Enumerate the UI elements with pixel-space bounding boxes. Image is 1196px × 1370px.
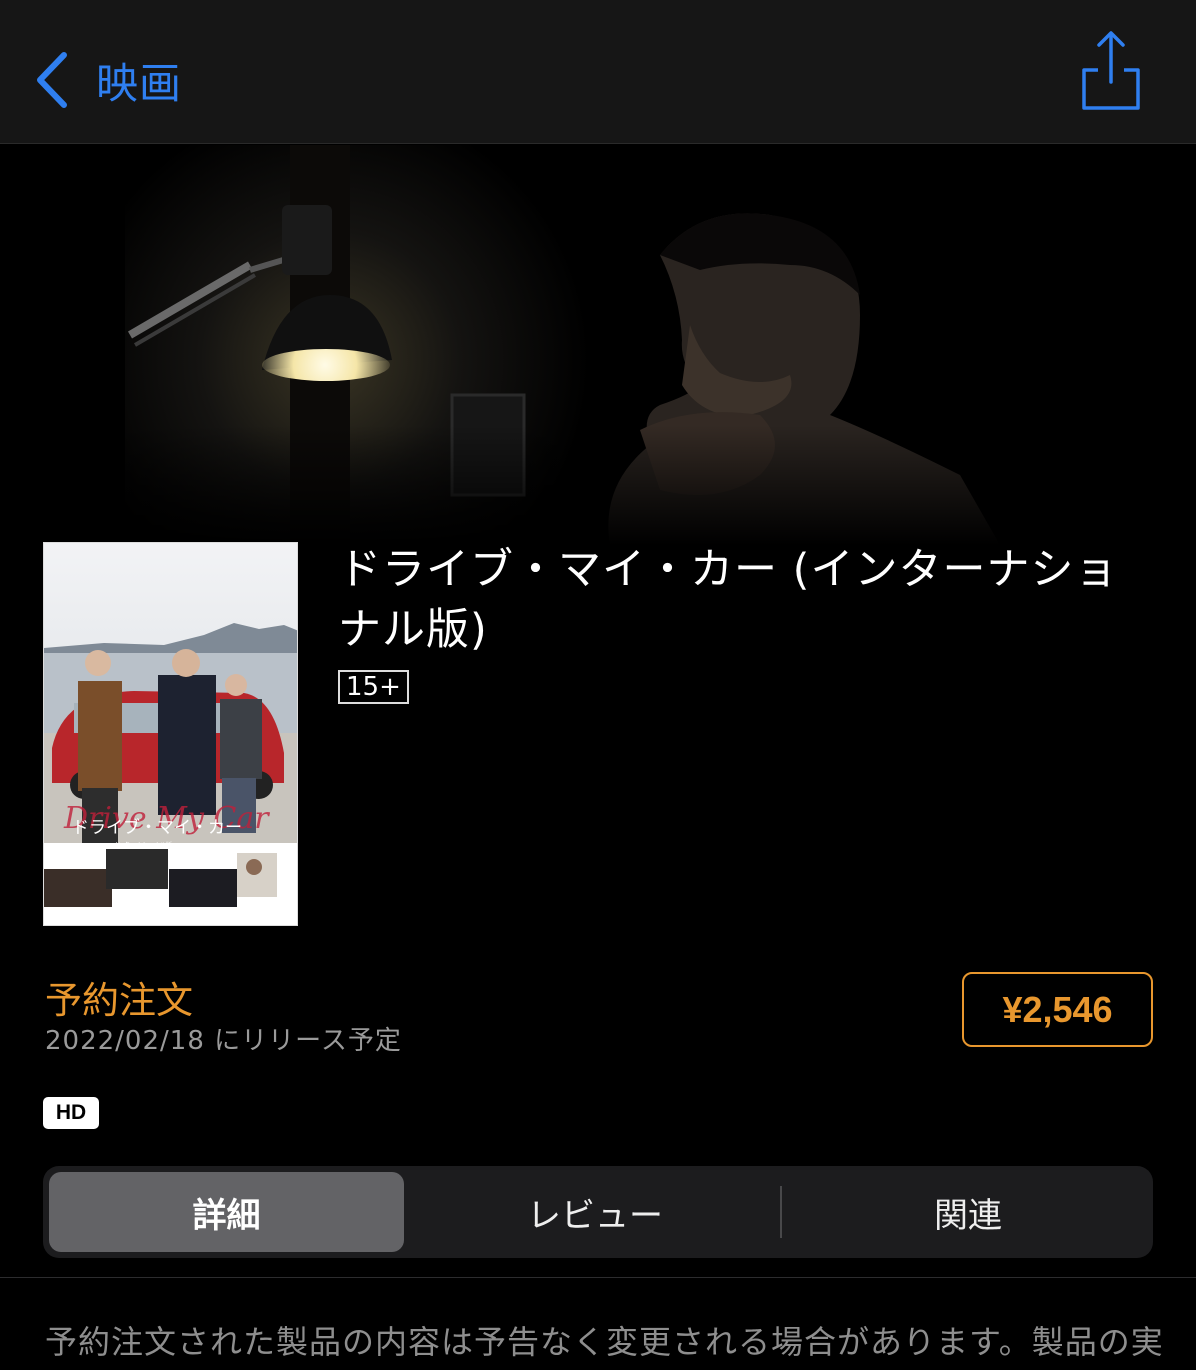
back-button-label: 映画 <box>96 58 183 108</box>
share-button[interactable] <box>1080 30 1142 112</box>
preorder-notice: 予約注文された製品の内容は予告なく変更される場合があります。製品の実際の内容とは… <box>45 1323 1164 1361</box>
hero-image <box>0 145 1196 545</box>
movie-poster[interactable]: Drive My Car ドライブ・マイ・カー インターナショナル版 <box>43 542 298 926</box>
movie-title: ドライブ・マイ・カー (インターナショナル版) <box>338 545 1119 655</box>
section-divider <box>0 1277 1196 1278</box>
segmented-control: 詳細 レビュー 関連 <box>43 1166 1153 1258</box>
preorder-label: 予約注文 <box>45 979 193 1022</box>
segment-divider <box>780 1186 782 1238</box>
svg-text:ドライブ・マイ・カー: ドライブ・マイ・カー <box>72 817 242 838</box>
tab-related[interactable]: 関連 <box>783 1172 1153 1252</box>
chevron-left-icon <box>37 52 67 108</box>
hd-badge: HD <box>43 1097 99 1129</box>
tab-details[interactable]: 詳細 <box>49 1172 404 1252</box>
tab-reviews[interactable]: レビュー <box>409 1172 781 1252</box>
price-button[interactable]: ¥2,546 <box>962 972 1153 1047</box>
release-date: 2022/02/18 にリリース予定 <box>45 1026 402 1056</box>
poster-image: Drive My Car ドライブ・マイ・カー インターナショナル版 <box>44 543 297 925</box>
hero-artwork <box>0 145 1196 545</box>
share-icon <box>1082 31 1140 110</box>
navigation-bar: 映画 <box>0 0 1196 144</box>
age-rating-badge: 15+ <box>338 670 409 704</box>
back-button[interactable]: 映画 <box>34 48 182 112</box>
